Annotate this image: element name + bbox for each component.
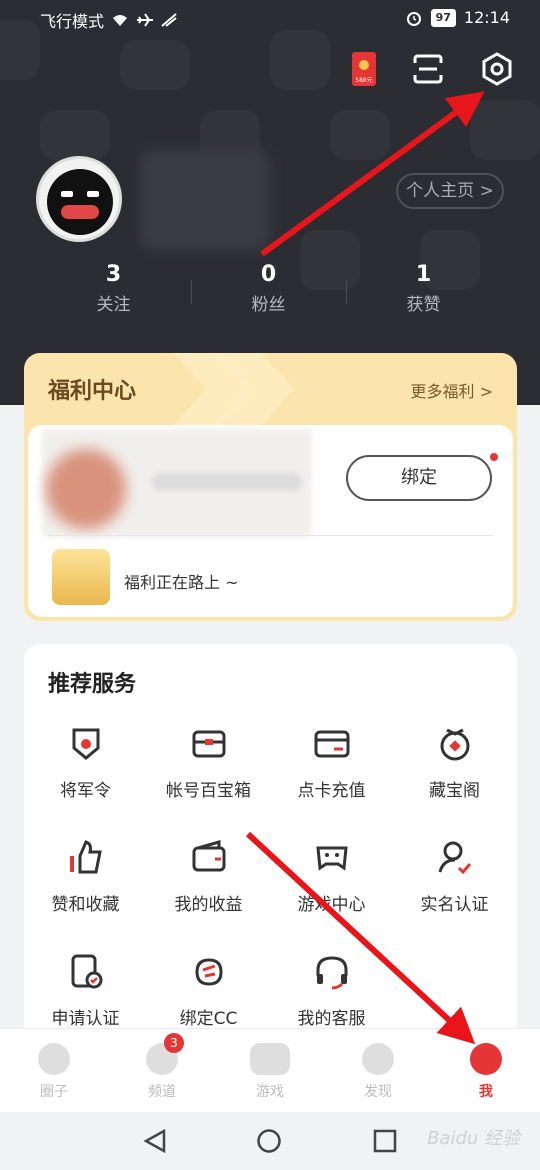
tab-games[interactable]: 游戏 — [216, 1043, 324, 1101]
stat-label: 获赞 — [406, 295, 441, 315]
circle-tab-icon — [38, 1043, 70, 1075]
back-icon[interactable] — [142, 1128, 168, 1154]
tab-me[interactable]: 我 — [432, 1043, 540, 1101]
stat-following[interactable]: 3 关注 — [36, 260, 191, 320]
blurred-account-image — [42, 429, 312, 537]
stat-label: 粉丝 — [251, 295, 286, 315]
gamepad-tab-icon — [250, 1043, 290, 1075]
service-shield-command[interactable]: 将军令 — [24, 724, 147, 801]
username-blurred — [140, 150, 270, 250]
tab-label: 圈子 — [40, 1084, 68, 1100]
recents-icon[interactable] — [372, 1128, 398, 1154]
tab-channel[interactable]: 3 频道 — [108, 1033, 216, 1101]
unread-badge: 3 — [164, 1033, 184, 1053]
apply-certify-icon — [24, 952, 147, 992]
airplane-icon — [137, 13, 154, 27]
avatar[interactable] — [36, 156, 122, 242]
header-actions: 588元 — [352, 52, 514, 86]
watermark: Baidu 经验 — [427, 1128, 520, 1149]
service-label: 赞和收藏 — [51, 895, 120, 915]
service-verify-user[interactable]: 实名认证 — [393, 838, 516, 915]
treasure-pavilion-icon — [393, 724, 516, 764]
stat-label: 关注 — [96, 295, 131, 315]
status-bar: 飞行模式 97 12:14 — [0, 0, 540, 38]
stat-fans[interactable]: 0 粉丝 — [191, 260, 346, 320]
battery-indicator: 97 — [430, 8, 456, 27]
service-label: 藏宝阁 — [429, 781, 480, 801]
card-icon — [270, 724, 393, 764]
notification-dot — [490, 453, 498, 461]
wifi-icon — [113, 15, 128, 26]
clock: 12:14 — [463, 8, 510, 27]
red-packet-icon[interactable]: 588元 — [352, 52, 376, 86]
planet-tab-icon — [362, 1043, 394, 1075]
service-label: 我的客服 — [297, 1009, 366, 1029]
wallet-icon — [147, 838, 270, 878]
stat-value: 3 — [105, 262, 122, 287]
service-headset[interactable]: 我的客服 — [270, 952, 393, 1029]
airplane-mode-label: 飞行模式 — [40, 12, 105, 31]
tab-label: 我 — [479, 1084, 493, 1100]
service-thumbs-up[interactable]: 赞和收藏 — [24, 838, 147, 915]
stat-likes[interactable]: 1 获赞 — [346, 260, 501, 320]
thumbs-up-icon — [24, 838, 147, 878]
services-title: 推荐服务 — [48, 672, 137, 697]
stat-value: 1 — [415, 262, 432, 287]
service-gamepad[interactable]: 游戏中心 — [270, 838, 393, 915]
bottom-tab-bar: 圈子 3 频道 游戏 发现 我 — [0, 1028, 540, 1112]
tab-label: 频道 — [148, 1084, 176, 1100]
service-label: 申请认证 — [51, 1009, 120, 1029]
red-packet-amount: 588元 — [355, 77, 373, 84]
tab-circle[interactable]: 圈子 — [0, 1043, 108, 1101]
service-treasure-box[interactable]: 帐号百宝箱 — [147, 724, 270, 801]
service-label: 帐号百宝箱 — [166, 781, 251, 801]
service-apply-certify[interactable]: 申请认证 — [24, 952, 147, 1029]
alarm-icon — [406, 11, 421, 26]
scan-icon[interactable] — [412, 53, 444, 85]
gamepad-icon — [270, 838, 393, 878]
tab-label: 发现 — [364, 1084, 392, 1100]
welfare-content: 绑定 福利正在路上 ~ — [28, 425, 513, 617]
service-label: 游戏中心 — [297, 895, 366, 915]
channel-tab-icon: 3 — [146, 1033, 184, 1075]
headset-icon — [270, 952, 393, 992]
service-label: 将军令 — [60, 781, 111, 801]
more-welfare-link[interactable]: 更多福利 > — [411, 378, 494, 402]
welfare-center-card: 福利中心 更多福利 > 绑定 福利正在路上 ~ — [24, 353, 517, 621]
service-label: 我的收益 — [174, 895, 243, 915]
service-label: 点卡充值 — [297, 781, 366, 801]
service-label: 绑定CC — [179, 1009, 238, 1029]
welfare-status-text: 福利正在路上 ~ — [124, 573, 239, 592]
home-icon[interactable] — [256, 1128, 282, 1154]
tab-discover[interactable]: 发现 — [324, 1043, 432, 1101]
cc-bind-icon — [147, 952, 270, 992]
bind-button[interactable]: 绑定 — [346, 455, 492, 501]
me-tab-icon — [470, 1043, 502, 1075]
welfare-title: 福利中心 — [48, 379, 137, 404]
stats-row: 3 关注 0 粉丝 1 获赞 — [0, 260, 540, 320]
gift-chest-icon — [52, 549, 110, 605]
tab-label: 游戏 — [256, 1084, 284, 1100]
service-card[interactable]: 点卡充值 — [270, 724, 393, 801]
personal-homepage-button[interactable]: 个人主页 > — [396, 173, 504, 209]
shield-command-icon — [24, 724, 147, 764]
signal-off-icon — [161, 13, 177, 27]
service-cc-bind[interactable]: 绑定CC — [147, 952, 270, 1029]
stat-value: 0 — [260, 262, 277, 287]
service-label: 实名认证 — [420, 895, 489, 915]
service-wallet[interactable]: 我的收益 — [147, 838, 270, 915]
verify-user-icon — [393, 838, 516, 878]
treasure-box-icon — [147, 724, 270, 764]
settings-gear-icon[interactable] — [480, 52, 514, 86]
service-treasure-pavilion[interactable]: 藏宝阁 — [393, 724, 516, 801]
